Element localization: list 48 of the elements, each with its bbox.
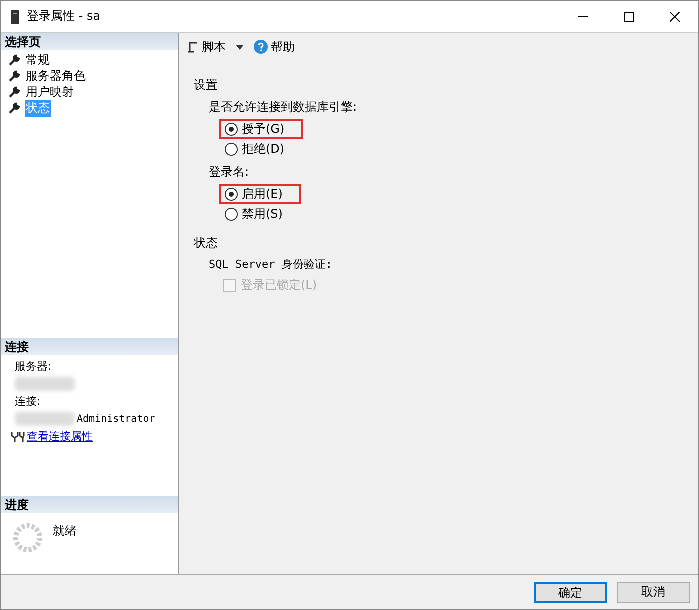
script-icon[interactable] [187, 41, 199, 53]
page-item[interactable]: 服务器角色 [25, 68, 87, 84]
connection-value: Administrator [77, 414, 156, 424]
connection-label: 连接: [15, 394, 42, 409]
section-header: 进度 [1, 496, 178, 513]
help-icon[interactable] [254, 40, 268, 54]
cancel-button[interactable]: 取消 [617, 582, 690, 602]
wrench-icon [9, 86, 21, 98]
wrench-icon [9, 54, 21, 66]
section-header: 连接 [1, 338, 178, 355]
radio-button[interactable] [225, 208, 238, 220]
wrench-icon [9, 102, 21, 114]
radio-button[interactable] [225, 122, 238, 136]
wrench-icon [9, 70, 21, 82]
section-header: 选择页 [1, 33, 178, 50]
window-title: 登录属性 - sa [27, 8, 102, 25]
option-label: 拒绝(D) [242, 140, 285, 158]
auth-label: SQL Server 身份验证: [208, 257, 334, 272]
option-label: 启用(E) [242, 186, 283, 202]
radio-button[interactable] [225, 142, 238, 156]
connection-properties-link[interactable]: 查看连接属性 [27, 429, 93, 444]
ok-button[interactable]: 确定 [534, 582, 607, 602]
server-icon [11, 10, 19, 24]
progress-status: 就绪 [53, 523, 77, 540]
dropdown-caret-icon[interactable] [236, 44, 244, 50]
close-icon[interactable] [670, 12, 680, 22]
radio-option[interactable]: 拒绝(D) [219, 139, 303, 159]
radio-option[interactable]: 禁用(S) [219, 204, 301, 224]
highlight-frame[interactable]: 启用(E) [219, 184, 301, 204]
section-title: 设置 [194, 77, 219, 94]
highlight-frame[interactable]: 授予(G) [219, 119, 303, 139]
page-item[interactable]: 常规 [25, 52, 51, 68]
script-button[interactable]: 脚本 [187, 38, 226, 56]
radio-button[interactable] [225, 188, 238, 200]
group-label: 是否允许连接到数据库引擎: [209, 99, 358, 116]
page-item[interactable]: 用户映射 [25, 84, 75, 100]
group-label: 登录名: [209, 164, 250, 181]
server-label: 服务器: [15, 359, 53, 374]
option-label: 禁用(S) [242, 206, 283, 222]
section-title: 状态 [194, 235, 219, 252]
maximize-icon[interactable] [624, 12, 634, 22]
spinner-icon [13, 523, 43, 553]
help-button[interactable]: 帮助 [254, 38, 295, 56]
redacted-text [15, 377, 75, 391]
plug-icon [11, 432, 25, 442]
redacted-text [15, 412, 75, 426]
checkbox-label: 登录已锁定(L) [241, 277, 318, 294]
option-label: 授予(G) [242, 120, 285, 138]
